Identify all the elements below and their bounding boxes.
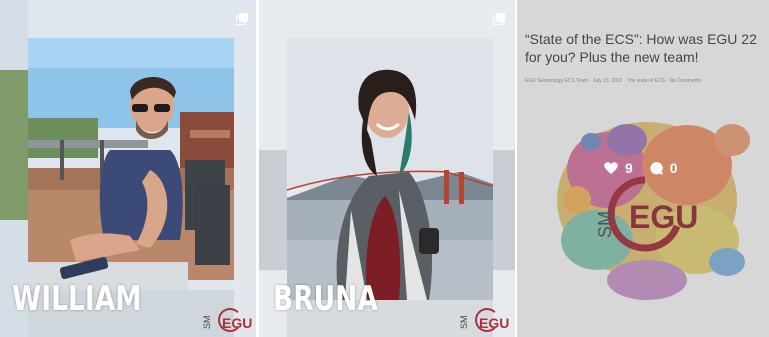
post-name-label: WILLIAM [12, 279, 142, 319]
post-tile-blog[interactable]: “State of the ECS”: How was EGU 22 for y… [517, 0, 769, 337]
multiple-images-icon [493, 13, 505, 25]
post-tile-william[interactable]: WILLIAM SM EGU [0, 0, 256, 337]
multiple-images-icon [236, 13, 248, 25]
comment-icon [650, 161, 663, 175]
sm-egu-logo: SM EGU [459, 303, 513, 332]
post-stats: 9 0 [603, 160, 678, 176]
sm-egu-logo: SM EGU [202, 303, 256, 332]
likes-count: 9 [625, 160, 633, 176]
post-tile-bruna[interactable]: BRUNA SM EGU [259, 0, 515, 337]
heart-icon [604, 162, 618, 174]
comments-count: 0 [669, 160, 678, 176]
post-name-label: BRUNA [273, 279, 378, 319]
